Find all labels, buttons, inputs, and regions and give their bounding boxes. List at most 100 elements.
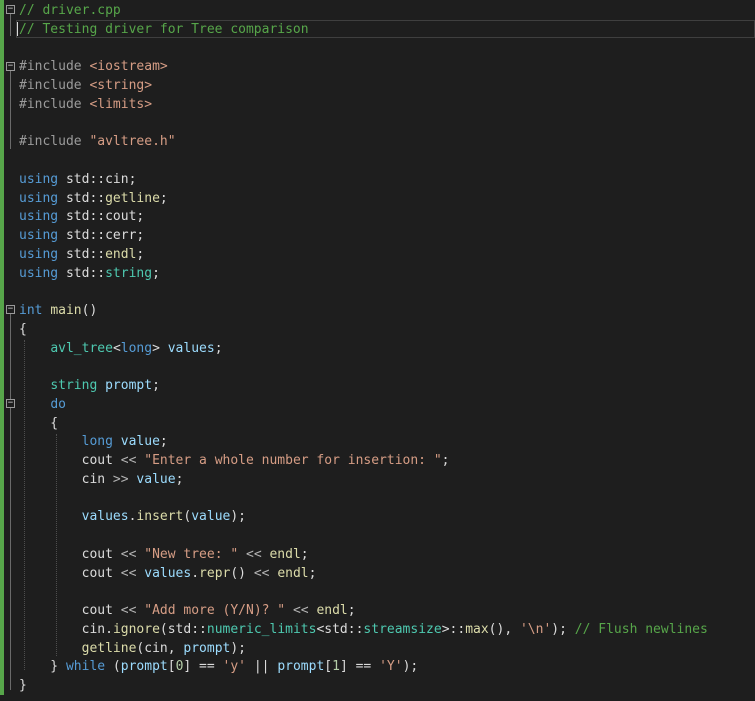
code-token: using [19,209,59,225]
code-token: ; [128,171,137,187]
code-token: } [19,659,66,675]
code-token: string [105,265,153,281]
code-token: "Add more (Y/N)? " [144,603,286,618]
code-line[interactable]: using std::endl; [19,245,144,264]
code-line[interactable]: getline(cin, prompt); [19,639,246,658]
collapse-includes-icon[interactable]: − [6,62,15,71]
code-line[interactable]: { [19,320,27,339]
code-line[interactable]: } [19,676,27,695]
code-token: ignore [112,621,160,637]
code-token: using [19,228,59,243]
code-line[interactable]: cout << "Add more (Y/N)? " << endl; [19,601,356,620]
code-token: << [112,565,145,581]
code-line[interactable]: // driver.cpp [19,1,121,20]
code-token: 'Y' [379,659,403,675]
code-line[interactable]: using std::cerr; [19,226,144,245]
code-token: () [81,303,98,318]
code-line[interactable]: using std::getline; [19,189,168,208]
code-line[interactable]: } while (prompt[0] == 'y' || prompt[1] =… [19,657,418,676]
code-token: cout [81,603,113,618]
code-token: "New tree: " [144,546,239,562]
code-line[interactable]: #include <string> [19,76,152,95]
code-editor[interactable]: − − − − // driver.cpp // Testing driver f… [0,0,755,701]
code-line[interactable]: { [19,414,58,433]
code-token: << [253,565,278,581]
code-token: { [19,415,59,431]
code-token: ; [152,378,160,393]
code-token: std:: [58,209,106,225]
collapse-main-icon[interactable]: − [6,305,15,314]
code-token: <std:: [316,621,364,637]
code-line[interactable]: #include <iostream> [19,57,168,76]
code-token: << [112,546,145,562]
code-token: avl_tree [50,340,113,356]
code-token: ; [308,565,317,581]
code-line[interactable]: cout << values.repr() << endl; [19,564,317,583]
code-token: << [238,546,270,562]
collapse-comment-icon[interactable]: − [6,5,15,14]
code-token: prompt [277,659,325,675]
code-token: while [65,659,106,675]
code-line[interactable]: cin >> value; [19,470,184,489]
code-token: std:: [58,265,106,281]
code-token: endl [269,546,301,562]
outline-guide-comment [10,14,11,36]
code-token: repr [199,565,231,581]
code-token: #include [19,78,90,93]
code-token: ; [441,453,450,468]
code-token: endl [316,603,348,618]
code-line[interactable]: values.insert(value); [19,507,246,526]
code-token: cerr [105,228,137,243]
code-token: ; [152,265,160,281]
code-token: cin [81,471,106,487]
code-line[interactable]: long value; [19,432,168,451]
code-token: (std:: [159,621,207,637]
code-token: #include [19,59,90,75]
code-line[interactable]: string prompt; [19,376,160,395]
code-token: 1 [332,659,340,675]
code-line[interactable]: using std::cout; [19,207,144,226]
code-token: ; [300,546,309,562]
code-token: using [19,265,59,281]
collapse-do-block-icon[interactable]: − [6,399,15,408]
code-token: do [50,396,66,412]
code-line[interactable]: using std::cin; [19,170,136,189]
code-token: << [112,453,145,468]
code-line[interactable]: using std::string; [19,264,160,283]
code-token: { [19,321,27,337]
code-line[interactable]: #include "avltree.h" [19,132,176,151]
code-line[interactable]: #include <limits> [19,95,152,114]
code-line[interactable]: avl_tree<long> values; [19,339,223,358]
code-token: ; [214,340,223,356]
code-token: ); [551,621,575,637]
code-token: ; [159,434,168,450]
code-token: 'y' [222,659,247,675]
code-token: getline [81,640,137,656]
code-line[interactable]: cout << "New tree: " << endl; [19,545,309,564]
code-token: cin [81,621,106,637]
code-line[interactable]: // Testing driver for Tree comparison [19,20,309,39]
code-token: std:: [58,228,106,243]
code-line[interactable]: int main() [19,301,97,320]
code-line[interactable]: cout << "Enter a whole number for insert… [19,451,450,470]
code-token: cin [144,640,168,656]
code-line[interactable]: do [19,395,66,414]
code-token: value [136,471,176,487]
code-token: std:: [58,171,106,187]
code-token: [ [324,659,333,675]
code-token: int [19,303,43,318]
code-token: endl [105,246,137,262]
code-token: cout [81,453,113,468]
code-token: endl [277,565,309,581]
code-line[interactable]: cin.ignore(std::numeric_limits<std::stre… [19,620,708,639]
code-token: ; [347,603,356,618]
code-token: << [112,603,145,618]
